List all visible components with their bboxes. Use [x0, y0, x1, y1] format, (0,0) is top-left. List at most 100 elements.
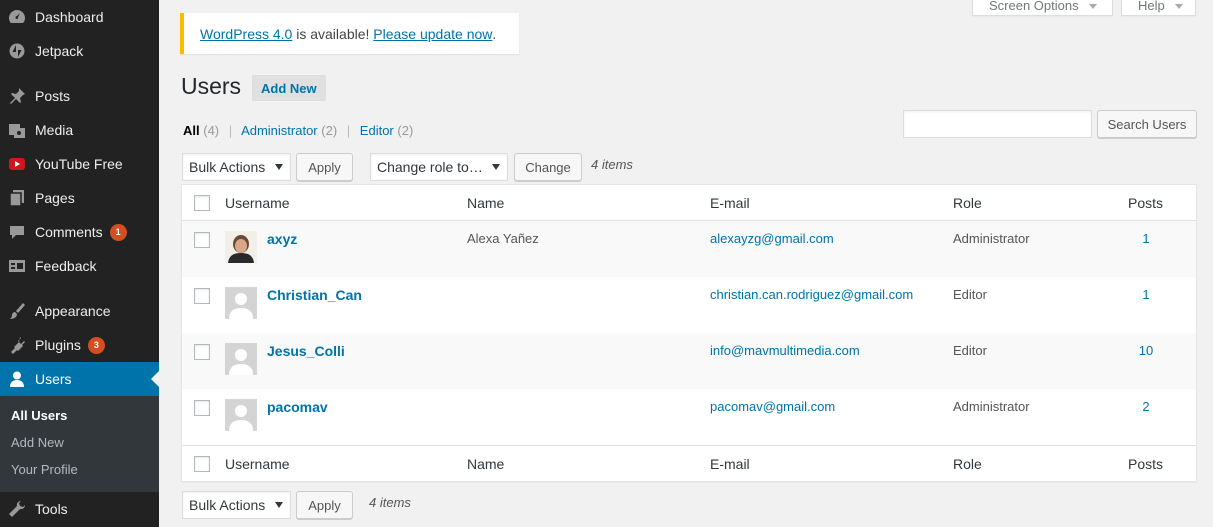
dropdown-arrow-icon — [492, 164, 500, 170]
bulk-actions-value: Bulk Actions — [189, 159, 266, 175]
row-checkbox[interactable] — [194, 232, 210, 248]
avatar — [225, 231, 257, 263]
user-role-filters: All (4) | Administrator (2) | Editor (2) — [183, 123, 413, 138]
update-now-link[interactable]: Please update now — [373, 26, 492, 42]
column-email[interactable]: E-mail — [710, 195, 750, 211]
row-checkbox[interactable] — [194, 288, 210, 304]
filter-all[interactable]: All — [183, 123, 200, 138]
user-posts-link[interactable]: 1 — [1126, 231, 1166, 246]
jetpack-icon — [8, 42, 26, 60]
chevron-down-icon — [1174, 4, 1183, 9]
menu-label: Comments — [35, 224, 103, 240]
chevron-down-icon — [1088, 4, 1097, 9]
menu-pages[interactable]: Pages — [0, 181, 159, 215]
menu-comments[interactable]: Comments 1 — [0, 215, 159, 249]
menu-users[interactable]: Users — [0, 362, 159, 396]
menu-youtube-free[interactable]: YouTube Free — [0, 147, 159, 181]
user-email-link[interactable]: alexayzg@gmail.com — [710, 231, 834, 246]
bulk-actions-value: Bulk Actions — [189, 497, 266, 513]
user-role: Editor — [953, 287, 987, 302]
menu-label: Tools — [35, 501, 68, 517]
menu-label: Appearance — [35, 303, 111, 319]
menu-dashboard[interactable]: Dashboard — [0, 0, 159, 34]
user-role: Editor — [953, 343, 987, 358]
menu-posts[interactable]: Posts — [0, 79, 159, 113]
table-row: Christian_Can christian.can.rodriguez@gm… — [182, 277, 1196, 333]
menu-label: Users — [35, 371, 72, 387]
dashboard-icon — [8, 8, 26, 26]
screen-options-label: Screen Options — [989, 0, 1079, 13]
apply-button[interactable]: Apply — [296, 153, 353, 181]
apply-button-bottom[interactable]: Apply — [296, 491, 353, 519]
menu-feedback[interactable]: Feedback — [0, 249, 159, 283]
column-username[interactable]: Username — [225, 195, 290, 211]
filter-editor[interactable]: Editor — [360, 123, 394, 138]
filter-administrator[interactable]: Administrator — [241, 123, 318, 138]
menu-tools[interactable]: Tools — [0, 492, 159, 526]
menu-label: Posts — [35, 88, 71, 104]
menu-plugins[interactable]: Plugins 3 — [0, 328, 159, 362]
user-role: Administrator — [953, 231, 1030, 246]
users-submenu: All Users Add New Your Profile — [0, 396, 159, 492]
search-users-input[interactable] — [903, 110, 1092, 138]
change-role-select[interactable]: Change role to… — [370, 153, 508, 181]
user-email-link[interactable]: pacomav@gmail.com — [710, 399, 835, 414]
plugins-update-badge: 3 — [87, 336, 105, 354]
menu-label: Plugins — [35, 337, 81, 353]
user-role: Administrator — [953, 399, 1030, 414]
select-all-checkbox[interactable] — [194, 195, 210, 211]
notice-end: . — [492, 25, 497, 42]
row-checkbox[interactable] — [194, 344, 210, 360]
menu-media[interactable]: Media — [0, 113, 159, 147]
user-email-link[interactable]: info@mavmultimedia.com — [710, 343, 860, 358]
user-icon — [8, 370, 26, 388]
column-username[interactable]: Username — [225, 456, 290, 472]
submenu-all-users[interactable]: All Users — [11, 408, 67, 423]
pages-icon — [8, 189, 26, 207]
bulk-actions-select[interactable]: Bulk Actions — [182, 153, 291, 181]
username-link[interactable]: pacomav — [267, 399, 328, 415]
comments-count-badge: 1 — [109, 223, 127, 241]
help-tab[interactable]: Help — [1121, 0, 1196, 16]
column-email[interactable]: E-mail — [710, 456, 750, 472]
menu-jetpack[interactable]: Jetpack — [0, 34, 159, 68]
wordpress-version-link[interactable]: WordPress 4.0 — [200, 26, 292, 42]
menu-label: Dashboard — [35, 9, 104, 25]
table-footer: Username Name E-mail Role Posts — [182, 445, 1196, 481]
bulk-actions-select-bottom[interactable]: Bulk Actions — [182, 491, 291, 519]
search-users-button[interactable]: Search Users — [1097, 110, 1197, 138]
user-posts-link[interactable]: 2 — [1126, 399, 1166, 414]
user-email-link[interactable]: christian.can.rodriguez@gmail.com — [710, 287, 913, 302]
divider: | — [346, 123, 351, 138]
brush-icon — [8, 302, 26, 320]
menu-label: Pages — [35, 190, 75, 206]
user-posts-link[interactable]: 10 — [1126, 343, 1166, 358]
menu-label: YouTube Free — [35, 156, 123, 172]
notice-text: is available! — [292, 25, 374, 42]
media-icon — [8, 121, 26, 139]
screen-options-tab[interactable]: Screen Options — [972, 0, 1113, 16]
column-role: Role — [953, 456, 982, 472]
username-link[interactable]: axyz — [267, 231, 297, 247]
username-link[interactable]: Christian_Can — [267, 287, 362, 303]
submenu-add-new[interactable]: Add New — [11, 435, 64, 450]
page-title: Users — [181, 73, 242, 99]
youtube-icon — [8, 155, 26, 173]
menu-label: Jetpack — [35, 43, 84, 59]
username-link[interactable]: Jesus_Colli — [267, 343, 345, 359]
feedback-icon — [8, 257, 26, 275]
filter-administrator-count: (2) — [321, 123, 338, 138]
menu-appearance[interactable]: Appearance — [0, 294, 159, 328]
select-all-checkbox[interactable] — [194, 456, 210, 472]
pin-icon — [8, 87, 26, 105]
user-name: Alexa Yañez — [467, 231, 539, 246]
menu-label: Feedback — [35, 258, 97, 274]
row-checkbox[interactable] — [194, 400, 210, 416]
add-new-button[interactable]: Add New — [252, 75, 326, 101]
change-role-button[interactable]: Change — [514, 153, 582, 181]
column-name[interactable]: Name — [467, 195, 504, 211]
user-posts-link[interactable]: 1 — [1126, 287, 1166, 302]
column-name[interactable]: Name — [467, 456, 504, 472]
table-header: Username Name E-mail Role Posts — [182, 185, 1196, 221]
submenu-your-profile[interactable]: Your Profile — [11, 462, 78, 477]
